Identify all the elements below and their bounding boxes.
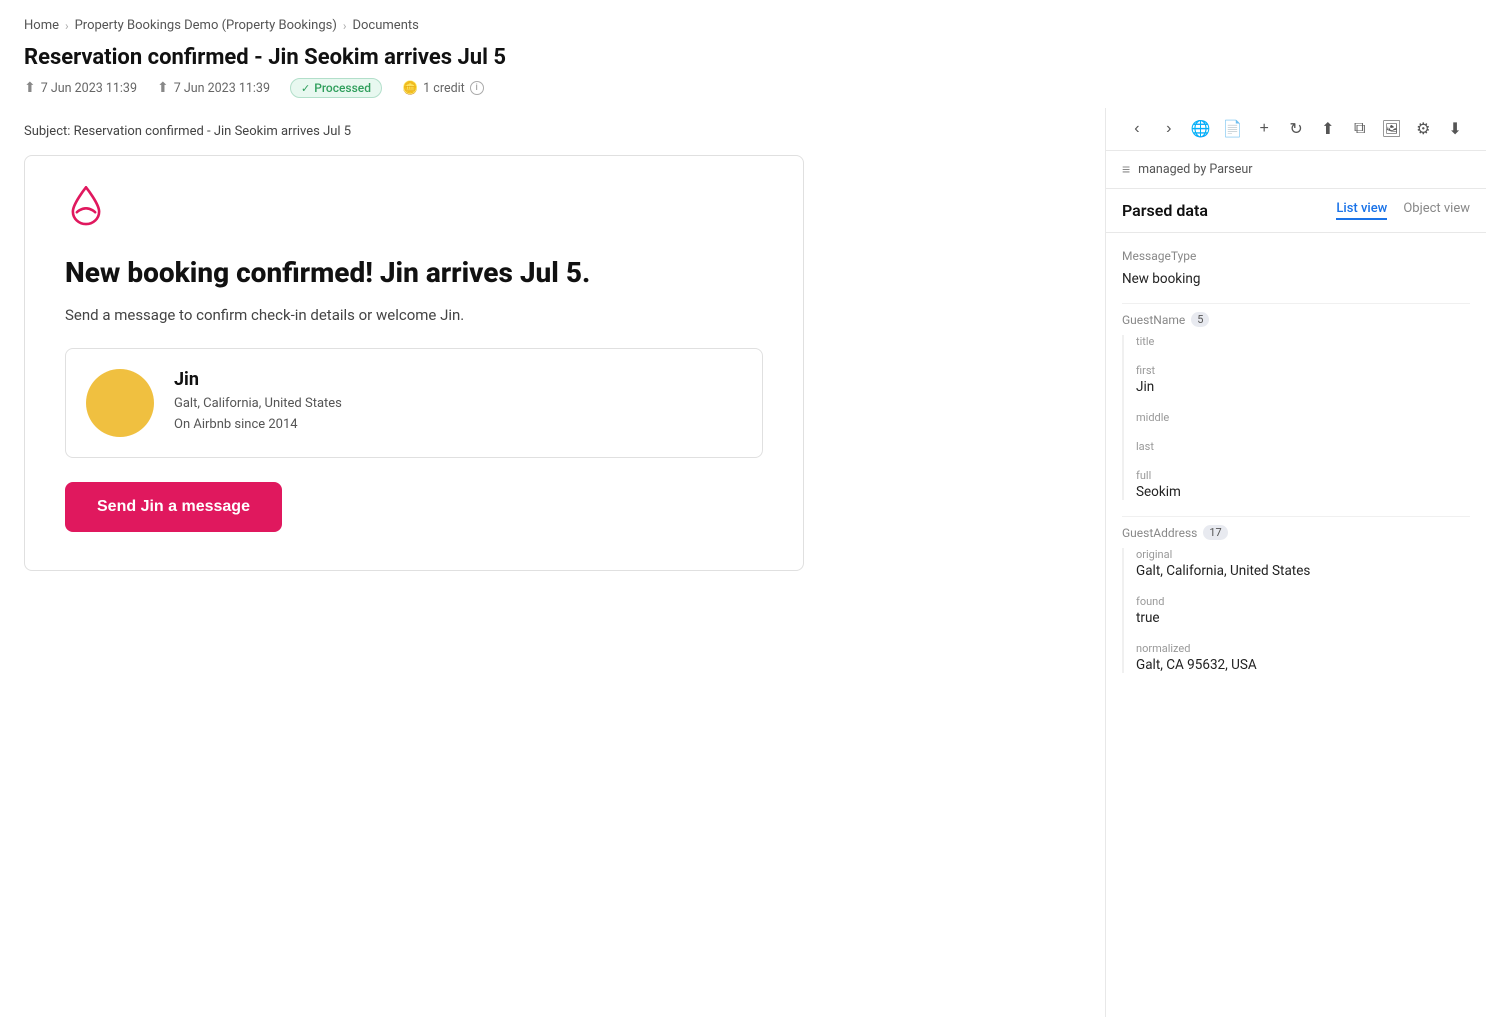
guestname-header: GuestName 5 — [1122, 312, 1470, 327]
guestaddress-label: GuestAddress — [1122, 526, 1197, 540]
breadcrumb-sep-1: › — [65, 19, 69, 33]
guestaddress-fields: original Galt, California, United States… — [1122, 548, 1470, 673]
guestname-fields: title first Jin middle last — [1122, 335, 1470, 500]
original-value: Galt, California, United States — [1136, 563, 1470, 579]
field-found: found true — [1136, 595, 1470, 626]
email-body: New booking confirmed! Jin arrives Jul 5… — [24, 155, 804, 571]
field-full: full Seokim — [1136, 469, 1470, 500]
upload-date-icon: ⬆ — [24, 80, 36, 96]
upload-button[interactable]: ⬆ — [1313, 114, 1343, 144]
guestname-badge: 5 — [1191, 312, 1209, 327]
updated-date: ⬆ 7 Jun 2023 11:39 — [157, 80, 270, 96]
guest-avatar — [86, 369, 154, 437]
full-value: Seokim — [1136, 484, 1470, 500]
guest-info: Jin Galt, California, United States On A… — [174, 369, 342, 436]
updated-date-value: 7 Jun 2023 11:39 — [174, 81, 270, 96]
copy-button[interactable]: ⧉ — [1345, 114, 1375, 144]
first-label: first — [1136, 364, 1470, 377]
middle-label: middle — [1136, 411, 1470, 424]
field-first: first Jin — [1136, 364, 1470, 395]
add-button[interactable]: + — [1249, 114, 1279, 144]
info-icon[interactable]: i — [470, 81, 484, 95]
credit-value: 1 credit — [423, 81, 465, 96]
field-title: title — [1136, 335, 1470, 348]
messagetype-header: MessageType — [1122, 249, 1470, 263]
check-icon: ✓ — [301, 82, 310, 95]
airbnb-logo — [65, 186, 763, 232]
found-value: true — [1136, 610, 1470, 626]
tab-object-view[interactable]: Object view — [1403, 201, 1470, 220]
managed-by-text: managed by Parseur — [1138, 162, 1252, 177]
email-subtext: Send a message to confirm check-in detai… — [65, 306, 763, 324]
parsed-data-list: MessageType New booking GuestName 5 titl… — [1106, 233, 1486, 1017]
field-normalized: normalized Galt, CA 95632, USA — [1136, 642, 1470, 673]
email-panel: Subject: Reservation confirmed - Jin Seo… — [0, 108, 1106, 1017]
field-last: last — [1136, 440, 1470, 453]
original-label: original — [1136, 548, 1470, 561]
full-label: full — [1136, 469, 1470, 482]
guest-since: On Airbnb since 2014 — [174, 415, 342, 436]
updated-date-icon: ⬆ — [157, 80, 169, 96]
parsed-toolbar: ‹ › 🌐 📄 + ↻ ⬆ ⧉ 🖼 ⚙ ⬇ — [1106, 108, 1486, 151]
guest-card: Jin Galt, California, United States On A… — [65, 348, 763, 458]
guest-location: Galt, California, United States — [174, 394, 342, 415]
normalized-value: Galt, CA 95632, USA — [1136, 657, 1470, 673]
settings-button[interactable]: ⚙ — [1408, 114, 1438, 144]
field-original: original Galt, California, United States — [1136, 548, 1470, 579]
globe-button[interactable]: 🌐 — [1186, 114, 1216, 144]
subject-label: Subject: — [24, 124, 70, 139]
title-label: title — [1136, 335, 1470, 348]
parsed-data-title: Parsed data — [1122, 201, 1208, 220]
credit-icon: 🪙 — [402, 81, 418, 96]
doc-meta: ⬆ 7 Jun 2023 11:39 ⬆ 7 Jun 2023 11:39 ✓ … — [24, 78, 1462, 98]
managed-bar: ≡ managed by Parseur — [1106, 151, 1486, 189]
guestaddress-header: GuestAddress 17 — [1122, 525, 1470, 540]
nav-forward-button[interactable]: › — [1154, 114, 1184, 144]
status-badge: ✓ Processed — [290, 78, 382, 98]
doc-header: Reservation confirmed - Jin Seokim arriv… — [0, 41, 1486, 108]
email-subject: Subject: Reservation confirmed - Jin Seo… — [24, 124, 1081, 139]
subject-value: Reservation confirmed - Jin Seokim arriv… — [74, 124, 351, 139]
created-date: ⬆ 7 Jun 2023 11:39 — [24, 80, 137, 96]
view-tabs: List view Object view — [1336, 201, 1470, 220]
messagetype-label: MessageType — [1122, 249, 1196, 263]
found-label: found — [1136, 595, 1470, 608]
divider-1 — [1122, 303, 1470, 304]
created-date-value: 7 Jun 2023 11:39 — [41, 81, 137, 96]
breadcrumb-home[interactable]: Home — [24, 18, 59, 33]
parsed-panel: ‹ › 🌐 📄 + ↻ ⬆ ⧉ 🖼 ⚙ ⬇ ≡ managed by Parse… — [1106, 108, 1486, 1017]
email-headline: New booking confirmed! Jin arrives Jul 5… — [65, 256, 763, 290]
field-middle: middle — [1136, 411, 1470, 424]
nav-back-button[interactable]: ‹ — [1122, 114, 1152, 144]
page-container: Home › Property Bookings Demo (Property … — [0, 0, 1486, 1017]
guestname-label: GuestName — [1122, 313, 1185, 327]
messagetype-value: New booking — [1122, 271, 1470, 287]
guestaddress-badge: 17 — [1203, 525, 1227, 540]
breadcrumb-section[interactable]: Property Bookings Demo (Property Booking… — [75, 18, 337, 33]
breadcrumb-current: Documents — [352, 18, 418, 33]
document-button[interactable]: 📄 — [1218, 114, 1248, 144]
email-content: New booking confirmed! Jin arrives Jul 5… — [25, 156, 803, 570]
download-button[interactable]: ⬇ — [1440, 114, 1470, 144]
first-value: Jin — [1136, 379, 1470, 395]
breadcrumb-sep-2: › — [343, 19, 347, 33]
doc-title: Reservation confirmed - Jin Seokim arriv… — [24, 45, 1462, 70]
preview-button[interactable]: 🖼 — [1377, 114, 1407, 144]
layers-icon: ≡ — [1122, 161, 1130, 178]
divider-2 — [1122, 516, 1470, 517]
parsed-data-header: Parsed data List view Object view — [1106, 189, 1486, 233]
field-messagetype: MessageType New booking — [1122, 249, 1470, 287]
credit-info: 🪙 1 credit i — [402, 81, 484, 96]
last-label: last — [1136, 440, 1470, 453]
tab-list-view[interactable]: List view — [1336, 201, 1387, 220]
field-guestaddress: GuestAddress 17 original Galt, Californi… — [1122, 525, 1470, 673]
send-message-button[interactable]: Send Jin a message — [65, 482, 282, 532]
refresh-button[interactable]: ↻ — [1281, 114, 1311, 144]
main-layout: Subject: Reservation confirmed - Jin Seo… — [0, 108, 1486, 1017]
field-guestname: GuestName 5 title first Jin mi — [1122, 312, 1470, 500]
guest-name: Jin — [174, 369, 342, 390]
status-text: Processed — [314, 81, 371, 95]
breadcrumb: Home › Property Bookings Demo (Property … — [0, 0, 1486, 41]
normalized-label: normalized — [1136, 642, 1470, 655]
